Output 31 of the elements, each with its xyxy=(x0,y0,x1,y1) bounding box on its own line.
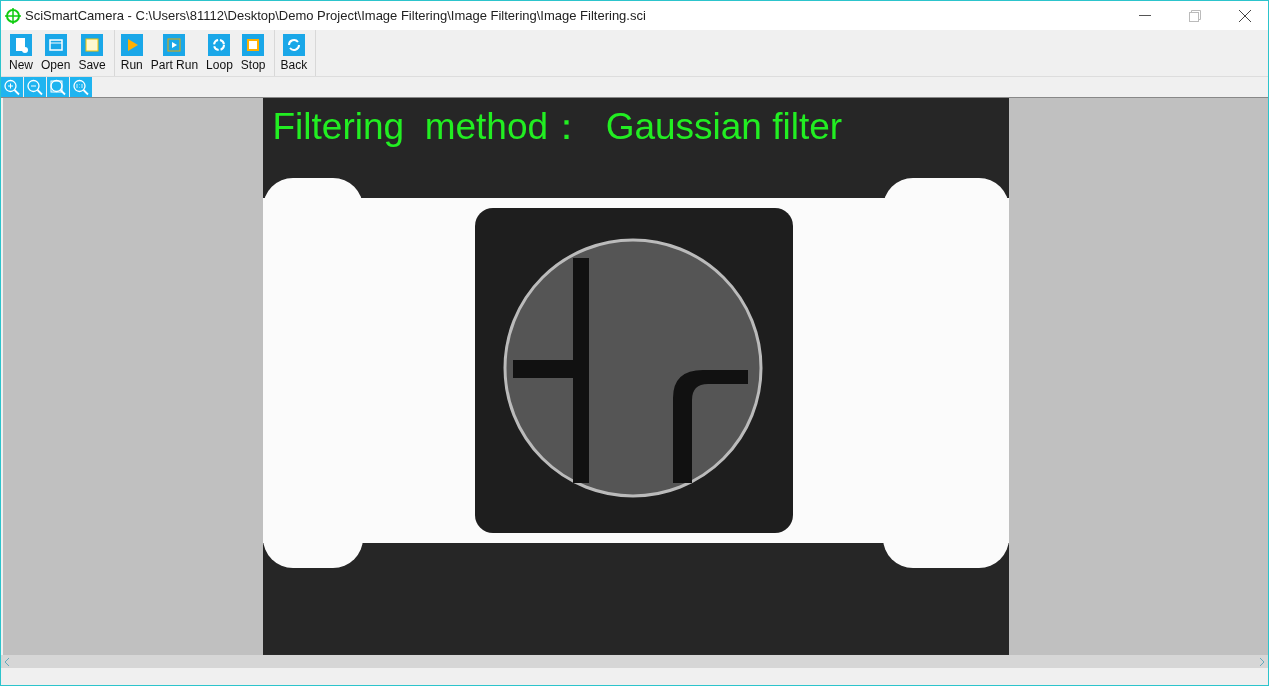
magnifier-icon xyxy=(48,78,68,96)
toolbar-button[interactable]: Run xyxy=(116,30,147,76)
crosshair-icon xyxy=(5,7,21,24)
minimize-icon xyxy=(1139,14,1151,17)
magnifier-icon xyxy=(2,78,22,96)
run-icon xyxy=(120,34,143,56)
partrun-icon xyxy=(163,34,186,56)
save-icon xyxy=(81,34,104,56)
zoom-tool-button[interactable] xyxy=(47,77,69,97)
restore-icon xyxy=(1189,9,1201,22)
toolbar-button[interactable]: Save xyxy=(74,30,110,76)
overlay-caption: Filtering method： Gaussian filter xyxy=(272,105,843,149)
window-title: SciSmartCamera - C:\Users\81112\Desktop\Demo Project\Image Filtering\Image Filtering\Image Filtering.sci xyxy=(25,8,647,23)
new-icon xyxy=(10,34,32,56)
zoom-tool-button[interactable] xyxy=(24,77,46,97)
horizontal-scrollbar[interactable] xyxy=(1,655,1268,668)
stop-icon xyxy=(242,34,265,56)
open-icon xyxy=(44,34,67,56)
toolbar-button[interactable]: Stop xyxy=(236,30,270,76)
loop-icon xyxy=(208,34,231,56)
back-icon xyxy=(282,34,305,56)
close-icon xyxy=(1239,9,1251,22)
zoom-tool-button[interactable] xyxy=(70,77,92,97)
toolbar-button[interactable]: Part Run xyxy=(146,30,203,76)
toolbar-button[interactable]: Open xyxy=(37,30,75,76)
toolbar-button[interactable]: Back xyxy=(276,30,312,76)
magnifier-icon xyxy=(25,78,45,96)
zoom-tool-button[interactable] xyxy=(1,77,23,97)
toolbar-button[interactable]: Loop xyxy=(202,30,237,76)
toolbar-button[interactable]: New xyxy=(5,30,37,76)
magnifier-icon xyxy=(71,78,91,96)
